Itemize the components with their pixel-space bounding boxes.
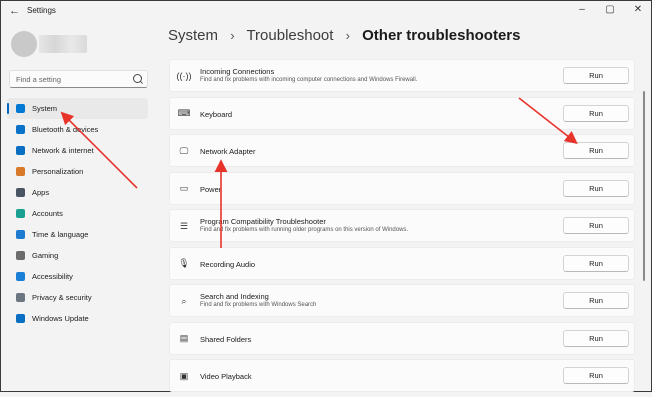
- monitor-icon: [16, 104, 25, 113]
- sidebar-item-label: Accounts: [32, 209, 63, 218]
- battery-icon: ▭: [179, 183, 189, 193]
- troubleshooter-description: Find and fix problems with incoming comp…: [200, 77, 418, 83]
- brush-icon: [16, 167, 25, 176]
- avatar[interactable]: [11, 31, 37, 57]
- back-arrow-icon[interactable]: ←: [9, 5, 20, 17]
- sidebar-item-gaming[interactable]: Gaming: [7, 245, 148, 266]
- sidebar-item-bluetooth-devices[interactable]: Bluetooth & devices: [7, 119, 148, 140]
- troubleshooter-row: ▤ Shared Folders Run: [169, 321, 635, 355]
- breadcrumb-system[interactable]: System: [168, 27, 218, 44]
- breadcrumb: System › Troubleshoot › Other troublesho…: [168, 27, 520, 44]
- troubleshooter-description: Find and fix problems with running older…: [200, 227, 409, 233]
- sidebar-item-accessibility[interactable]: Accessibility: [7, 266, 148, 287]
- search-placeholder: Find a setting: [16, 75, 62, 84]
- search-input[interactable]: Find a setting: [9, 70, 148, 88]
- globe-icon: [16, 230, 25, 239]
- microphone-icon: 🎙: [178, 258, 190, 268]
- sidebar-item-label: Windows Update: [32, 314, 89, 323]
- sidebar-item-network-internet[interactable]: Network & internet: [7, 140, 148, 161]
- sidebar-item-privacy-security[interactable]: Privacy & security: [7, 287, 148, 308]
- person-icon: [16, 209, 25, 218]
- accessibility-icon: [16, 272, 25, 281]
- troubleshooter-row: ▣ Video Playback Run: [169, 359, 635, 392]
- troubleshooter-row: 🖵 Network Adapter Run: [169, 134, 635, 167]
- sidebar-item-windows-update[interactable]: Windows Update: [7, 308, 148, 329]
- bluetooth-icon: [16, 125, 25, 134]
- sidebar-item-label: Time & language: [32, 230, 89, 239]
- page-title: Other troubleshooters: [362, 27, 521, 44]
- run-button[interactable]: Run: [563, 217, 629, 234]
- troubleshooter-row: ☰ Program Compatibility Troubleshooter Fin…: [169, 209, 635, 242]
- keyboard-icon: ⌨: [177, 108, 191, 118]
- troubleshooter-row: 🎙 Recording Audio Run: [169, 246, 635, 280]
- sidebar-item-label: System: [32, 104, 58, 113]
- troubleshooter-row: ((·)) Incoming Connections Find and fix pr…: [169, 59, 635, 92]
- troubleshooter-row: ▭ Power Run: [169, 171, 635, 205]
- troubleshooter-name: Network Adapter: [200, 147, 256, 156]
- sidebar-item-label: Personalization: [32, 167, 84, 176]
- sidebar-nav: System Bluetooth & devices Network & inter…: [7, 98, 148, 329]
- run-button[interactable]: Run: [563, 367, 629, 384]
- troubleshooter-name: Shared Folders: [200, 334, 252, 344]
- scrollbar[interactable]: [643, 91, 645, 281]
- breadcrumb-separator: ›: [230, 28, 235, 43]
- run-button[interactable]: Run: [563, 329, 629, 347]
- wifi-icon: [16, 146, 25, 155]
- shield-icon: [16, 293, 25, 302]
- sidebar-item-apps[interactable]: Apps: [7, 182, 148, 203]
- network-adapter-icon: 🖵: [179, 145, 189, 156]
- run-button[interactable]: Run: [563, 67, 629, 84]
- run-button[interactable]: Run: [563, 254, 629, 272]
- sidebar-item-accounts[interactable]: Accounts: [7, 203, 148, 224]
- apps-icon: [16, 188, 25, 197]
- sidebar-item-label: Apps: [32, 188, 50, 197]
- run-button[interactable]: Run: [563, 142, 629, 159]
- blurred-user-name: [39, 35, 87, 53]
- title-bar: ← Settings – ▢ ✕: [1, 1, 651, 21]
- window-title: Settings: [27, 6, 56, 15]
- sidebar-item-label: Privacy & security: [32, 293, 92, 302]
- troubleshooter-list: ((·)) Incoming Connections Find and fix pr…: [169, 59, 635, 397]
- maximize-icon[interactable]: ▢: [603, 4, 617, 15]
- troubleshooter-name: Video Playback: [200, 372, 252, 381]
- troubleshooter-name: Keyboard: [200, 109, 233, 119]
- troubleshooter-name: Search and Indexing: [200, 292, 269, 301]
- minimize-icon[interactable]: –: [575, 4, 589, 15]
- run-button[interactable]: Run: [563, 179, 629, 197]
- breadcrumb-troubleshoot[interactable]: Troubleshoot: [246, 27, 333, 44]
- run-button[interactable]: Run: [563, 104, 629, 122]
- troubleshooter-name: Incoming Connections: [200, 67, 275, 76]
- sidebar: Find a setting System Bluetooth & devices…: [1, 21, 157, 393]
- sidebar-item-time-language[interactable]: Time & language: [7, 224, 148, 245]
- sidebar-item-label: Accessibility: [32, 272, 73, 281]
- main-content: System › Troubleshoot › Other troublesho…: [168, 21, 648, 393]
- sidebar-item-label: Gaming: [32, 251, 59, 260]
- list-icon: ☰: [179, 220, 189, 231]
- folder-icon: ▤: [179, 333, 189, 343]
- sidebar-item-label: Bluetooth & devices: [32, 125, 99, 134]
- troubleshooter-row: ⌕ Search and Indexing Find and fix problem…: [169, 284, 635, 317]
- breadcrumb-separator: ›: [345, 28, 350, 43]
- sidebar-item-label: Network & internet: [32, 146, 94, 155]
- troubleshooter-row: ⌨ Keyboard Run: [169, 96, 635, 130]
- video-icon: ▣: [179, 370, 189, 381]
- search-icon: [133, 74, 142, 83]
- troubleshooter-name: Program Compatibility Troubleshooter: [200, 217, 326, 226]
- troubleshooter-name: Power: [200, 184, 222, 194]
- run-button[interactable]: Run: [563, 292, 629, 309]
- close-icon[interactable]: ✕: [631, 4, 645, 15]
- troubleshooter-description: Find and fix problems with Windows Searc…: [200, 302, 317, 308]
- update-icon: [16, 314, 25, 323]
- signal-icon: ((·)): [176, 71, 192, 81]
- sidebar-item-system[interactable]: System: [7, 98, 148, 119]
- troubleshooter-name: Recording Audio: [200, 259, 256, 269]
- search-icon: ⌕: [181, 295, 187, 306]
- gamepad-icon: [16, 251, 25, 260]
- window-controls: – ▢ ✕: [575, 4, 645, 15]
- sidebar-item-personalization[interactable]: Personalization: [7, 161, 148, 182]
